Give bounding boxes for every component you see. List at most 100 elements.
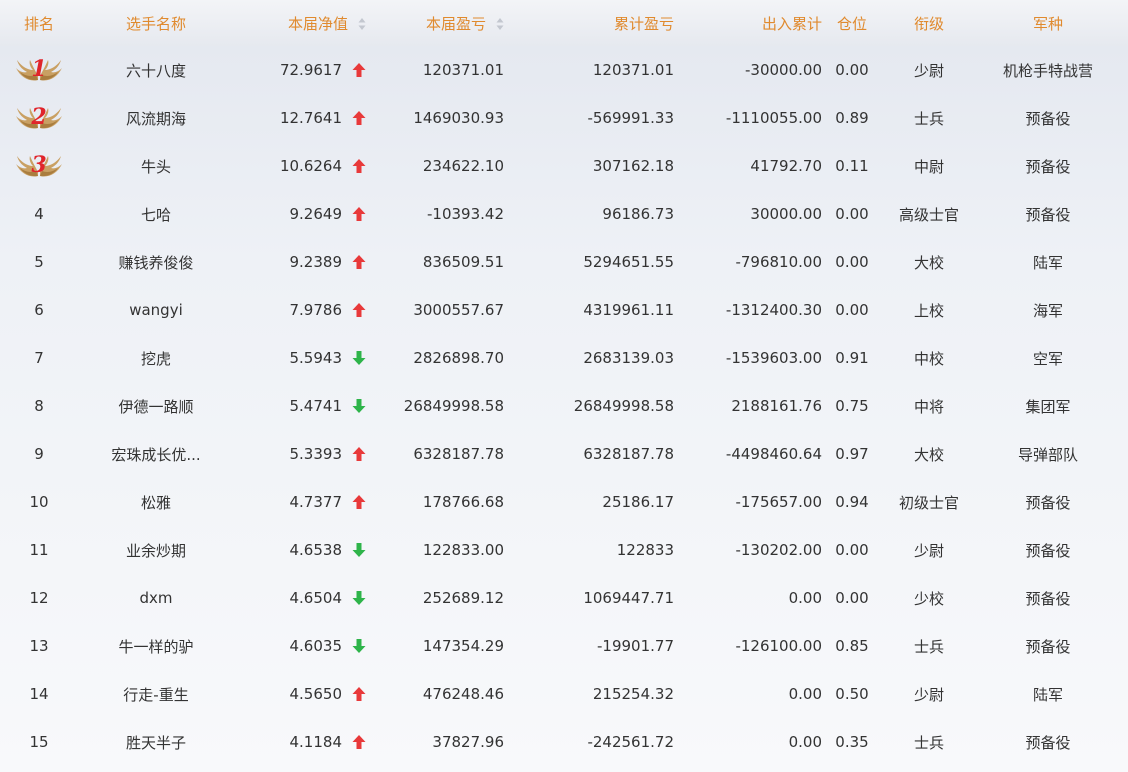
table-row[interactable]: 7 挖虎 5.5943 2826898.70 2683139.03 -1539603.00… <box>0 334 1128 382</box>
player-name[interactable]: 业余炒期 <box>78 540 234 561</box>
nav-value: 9.2389 <box>289 253 343 271</box>
branch-value: 海军 <box>1032 301 1063 320</box>
in-out-value: -1539603.00 <box>725 349 822 367</box>
grade-value: 士兵 <box>913 109 944 128</box>
total-profit-value: -19901.77 <box>597 637 674 655</box>
table-row[interactable]: 8 伊德一路顺 5.4741 26849998.58 26849998.58 218816… <box>0 382 1128 430</box>
table-row[interactable]: 2 风流期海 12.7641 1469030.93 -569991.33 -1110055… <box>0 94 1128 142</box>
branch-value: 预备役 <box>1025 109 1071 128</box>
table-row[interactable]: 14 行走-重生 4.5650 476248.46 215254.32 0.00 0.50 少… <box>0 670 1128 718</box>
rank-cell: 1 <box>0 54 78 86</box>
table-row[interactable]: 1 六十八度 72.9617 120371.01 120371.01 -30000.00 0… <box>0 46 1128 94</box>
player-name[interactable]: dxm <box>78 589 234 607</box>
sort-icon[interactable] <box>358 17 366 31</box>
in-out-value: -1110055.00 <box>725 109 822 127</box>
nav-cell: 4.5650 <box>234 685 374 703</box>
player-name[interactable]: 牛一样的驴 <box>78 636 234 657</box>
player-name[interactable]: 风流期海 <box>78 108 234 129</box>
header-rank: 排名 <box>23 14 54 33</box>
player-name[interactable]: 赚钱养俊俊 <box>78 252 234 273</box>
table-row[interactable]: 12 dxm 4.6504 252689.12 1069447.71 0.00 0.00 少校… <box>0 574 1128 622</box>
total-profit-value: 122833 <box>616 541 674 559</box>
total-profit-value: 5294651.55 <box>583 253 674 271</box>
player-name[interactable]: 七哈 <box>78 204 234 225</box>
arrow-up-icon <box>352 255 366 269</box>
nav-value: 12.7641 <box>279 109 342 127</box>
player-name[interactable]: 行走-重生 <box>78 684 234 705</box>
table-row[interactable]: 11 业余炒期 4.6538 122833.00 122833 -130202.00 0.0… <box>0 526 1128 574</box>
nav-cell: 9.2649 <box>234 205 374 223</box>
player-name[interactable]: 牛头 <box>78 156 234 177</box>
sort-icon[interactable] <box>496 17 504 31</box>
nav-cell: 9.2389 <box>234 253 374 271</box>
header-nav-sortable[interactable]: 本届净值 <box>234 13 374 34</box>
grade-value: 少尉 <box>913 541 944 560</box>
table-row[interactable]: 4 七哈 9.2649 -10393.42 96186.73 30000.00 0.00 高级… <box>0 190 1128 238</box>
table-row[interactable]: 3 牛头 10.6264 234622.10 307162.18 41792.70 0.11… <box>0 142 1128 190</box>
player-name[interactable]: 伊德一路顺 <box>78 396 234 417</box>
branch-value: 陆军 <box>1032 253 1063 272</box>
table-row[interactable]: 13 牛一样的驴 4.6035 147354.29 -19901.77 -126100.0… <box>0 622 1128 670</box>
table-row[interactable]: 5 赚钱养俊俊 9.2389 836509.51 5294651.55 -796810.0… <box>0 238 1128 286</box>
position-value: 0.94 <box>835 493 869 511</box>
table-body: 1 六十八度 72.9617 120371.01 120371.01 -30000.00 0… <box>0 46 1128 766</box>
table-row[interactable]: 6 wangyi 7.9786 3000557.67 4319961.11 -131240… <box>0 286 1128 334</box>
rank-number: 11 <box>29 541 49 559</box>
total-profit-value: -569991.33 <box>587 109 674 127</box>
player-name[interactable]: 宏珠成长优... <box>78 444 234 465</box>
position-value: 0.00 <box>835 301 869 319</box>
player-name[interactable]: 松雅 <box>78 492 234 513</box>
profit-value: 1469030.93 <box>413 109 504 127</box>
profit-value: -10393.42 <box>427 205 504 223</box>
table-row[interactable]: 15 胜天半子 4.1184 37827.96 -242561.72 0.00 0.35 士兵… <box>0 718 1128 766</box>
table-row[interactable]: 9 宏珠成长优... 5.3393 6328187.78 6328187.78 -4498… <box>0 430 1128 478</box>
grade-value: 少尉 <box>913 61 944 80</box>
rank-cell: 13 <box>0 637 78 655</box>
ranking-table: 排名 选手名称 本届净值 本届盈亏 累计盈亏 出入累计 仓位 衔级 军种 1 六十… <box>0 0 1128 766</box>
arrow-down-icon <box>352 543 366 557</box>
branch-value: 空军 <box>1032 349 1063 368</box>
rank-number: 2 <box>30 104 46 130</box>
arrow-up-icon <box>352 207 366 221</box>
header-nav-label: 本届净值 <box>287 14 348 33</box>
nav-value: 5.3393 <box>289 445 343 463</box>
table-row[interactable]: 10 松雅 4.7377 178766.68 25186.17 -175657.00 0.9… <box>0 478 1128 526</box>
medal-icon: 1 <box>16 56 62 82</box>
total-profit-value: 215254.32 <box>592 685 674 703</box>
grade-value: 少尉 <box>913 685 944 704</box>
rank-number: 6 <box>34 301 44 319</box>
position-value: 0.89 <box>835 109 869 127</box>
player-name[interactable]: wangyi <box>78 301 234 319</box>
player-name[interactable]: 胜天半子 <box>78 732 234 753</box>
nav-cell: 72.9617 <box>234 61 374 79</box>
branch-value: 集团军 <box>1025 397 1071 416</box>
position-value: 0.00 <box>835 589 869 607</box>
branch-value: 导弹部队 <box>1017 445 1078 464</box>
profit-value: 147354.29 <box>422 637 504 655</box>
nav-value: 10.6264 <box>279 157 342 175</box>
position-value: 0.00 <box>835 205 869 223</box>
grade-value: 大校 <box>913 445 944 464</box>
arrow-up-icon <box>352 735 366 749</box>
position-value: 0.00 <box>835 61 869 79</box>
profit-value: 120371.01 <box>422 61 504 79</box>
header-grade: 衔级 <box>913 14 944 33</box>
profit-value: 476248.46 <box>422 685 504 703</box>
grade-value: 高级士官 <box>898 205 959 224</box>
player-name[interactable]: 六十八度 <box>78 60 234 81</box>
header-branch: 军种 <box>1032 14 1063 33</box>
player-name[interactable]: 挖虎 <box>78 348 234 369</box>
rank-cell: 8 <box>0 397 78 415</box>
rank-cell: 3 <box>0 150 78 182</box>
profit-value: 122833.00 <box>422 541 504 559</box>
header-profit-sortable[interactable]: 本届盈亏 <box>374 13 518 34</box>
rank-number: 4 <box>34 205 44 223</box>
total-profit-value: 6328187.78 <box>583 445 674 463</box>
arrow-up-icon <box>352 159 366 173</box>
profit-value: 6328187.78 <box>413 445 504 463</box>
rank-cell: 12 <box>0 589 78 607</box>
nav-value: 7.9786 <box>289 301 343 319</box>
profit-value: 836509.51 <box>422 253 504 271</box>
rank-cell: 5 <box>0 253 78 271</box>
rank-number: 12 <box>29 589 49 607</box>
